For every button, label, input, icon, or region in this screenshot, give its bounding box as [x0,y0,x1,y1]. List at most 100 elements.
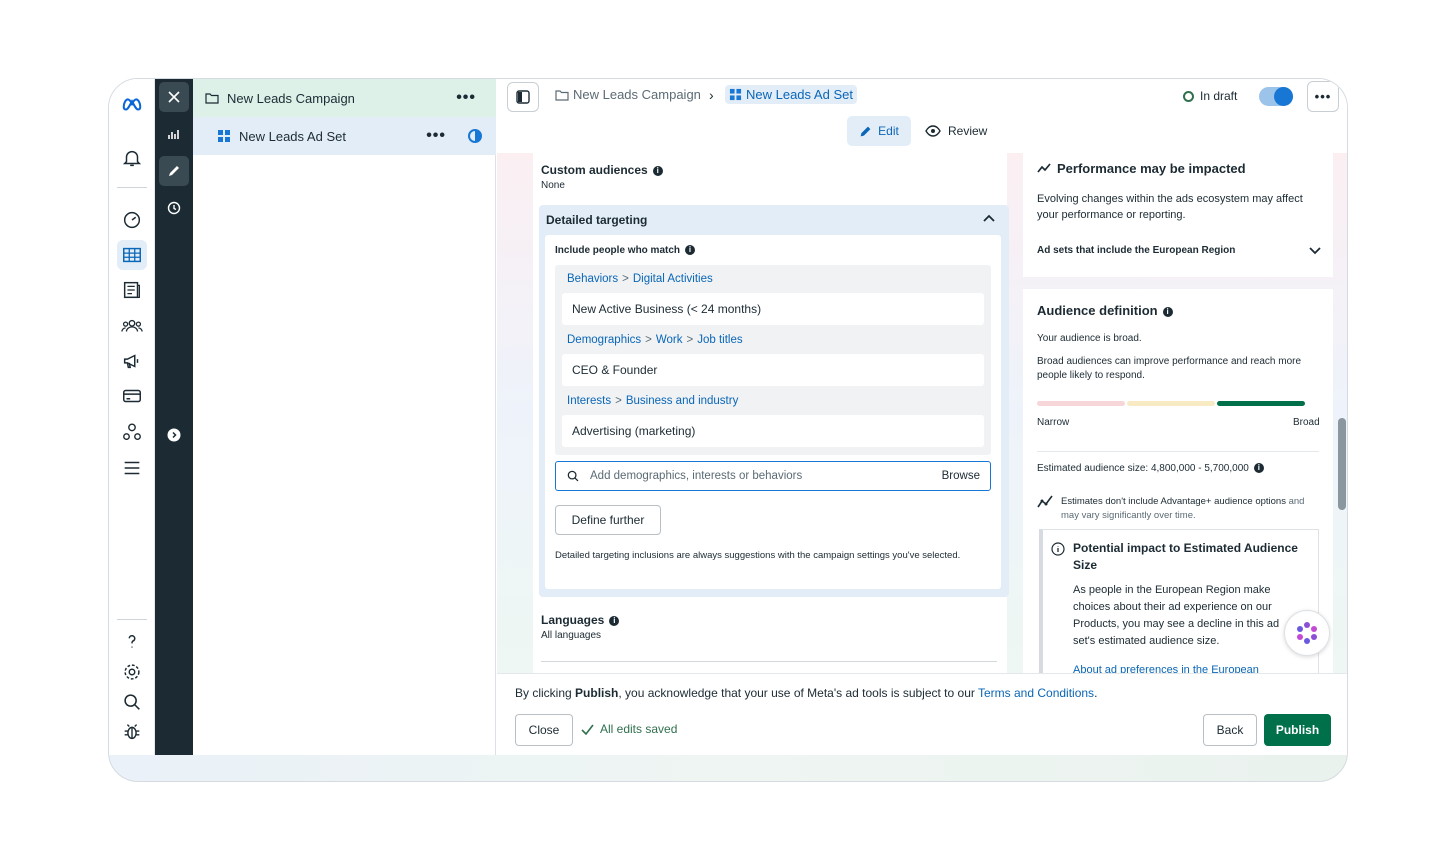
more-options-button[interactable]: ••• [1307,81,1339,112]
impact-text: As people in the European Region make ch… [1073,584,1280,647]
audience-meter-mid [1127,401,1215,406]
estimates-note: Estimates don't include Advantage+ audie… [1061,495,1311,523]
estimated-size: Estimated audience size: 4,800,000 - 5,7… [1037,463,1249,474]
breadcrumb-campaign-label: New Leads Campaign [573,87,701,102]
targeting-path-demographics[interactable]: Demographics > Work > Job titles [567,334,743,346]
advantage-options-link[interactable]: Estimates don't include Advantage+ audie… [1061,496,1286,507]
menu-hamburger-icon[interactable] [117,453,147,483]
targeting-item[interactable]: CEO & Founder [562,354,984,386]
campaign-tree-panel: New Leads Campaign ••• New Leads Ad Set … [193,79,496,755]
tab-review[interactable]: Review [925,116,987,146]
history-clock-icon[interactable] [159,193,189,223]
adset-grid-icon [729,88,742,101]
path-segment[interactable]: Job titles [697,334,742,346]
european-region-dropdown-label[interactable]: Ad sets that include the European Region [1037,245,1235,256]
chevron-down-icon[interactable] [1309,247,1321,255]
edit-pencil-icon[interactable] [159,156,189,186]
adset-status-half-circle-icon [468,129,482,143]
bug-report-icon[interactable] [117,717,147,747]
path-segment[interactable]: Demographics [567,334,641,346]
help-question-icon[interactable] [117,627,147,657]
billing-card-icon[interactable] [117,381,147,411]
audience-meter-narrow [1037,401,1125,406]
audience-title: Audience definition [1037,303,1158,318]
custom-audiences-title: Custom audiences [541,163,648,177]
close-panel-icon[interactable] [159,82,189,112]
performance-title: Performance may be impacted [1057,161,1246,176]
dashboard-gauge-icon[interactable] [117,205,147,235]
languages-title: Languages [541,613,605,627]
meta-logo-icon[interactable] [117,89,147,119]
detailed-targeting-title: Detailed targeting [546,213,648,227]
info-icon[interactable]: i [1162,306,1173,317]
tree-item-campaign[interactable]: New Leads Campaign ••• [193,79,496,117]
targeting-item[interactable]: Advertising (marketing) [562,415,984,447]
adset-more-icon[interactable]: ••• [426,127,446,145]
campaign-megaphone-icon[interactable] [117,346,147,376]
estimated-size-row: Estimated audience size: 4,800,000 - 5,7… [1037,463,1264,474]
audience-definition-panel: Audience definition i Your audience is br… [1023,289,1333,673]
business-network-icon[interactable] [117,417,147,447]
targeting-search-input[interactable]: Add demographics, interests or behaviors… [555,461,991,491]
reporting-chart-icon[interactable] [159,119,189,149]
path-segment[interactable]: Behaviors [567,273,618,285]
terms-middle: , you acknowledge that your use of Meta'… [618,686,975,700]
toggle-sidebar-button[interactable] [507,82,539,112]
section-divider [541,661,997,662]
publish-footer: By clicking Publish, you acknowledge tha… [497,673,1347,755]
path-separator: > [645,334,652,346]
sidebar-toggle-icon [516,90,530,104]
path-segment[interactable]: Work [656,334,683,346]
editor-content: Custom audiences i None Detailed targetin… [497,153,1347,673]
edit-pencil-icon [860,126,871,136]
adset-on-off-toggle[interactable] [1259,87,1293,106]
info-icon[interactable]: i [609,615,620,626]
search-icon[interactable] [117,687,147,717]
info-icon[interactable]: i [1253,463,1264,474]
search-icon [567,470,579,482]
publish-button[interactable]: Publish [1264,714,1331,746]
ads-manager-table-icon[interactable] [117,240,147,270]
search-placeholder: Add demographics, interests or behaviors [590,470,803,482]
close-button[interactable]: Close [515,714,573,746]
breadcrumb-adset[interactable]: New Leads Ad Set [725,85,857,104]
info-icon[interactable]: i [652,165,663,176]
ad-preferences-link[interactable]: About ad preferences in the European [1073,664,1259,673]
notifications-bell-icon[interactable] [117,143,147,173]
folder-icon [205,93,219,104]
trend-line-icon [1037,163,1051,173]
audiences-people-icon[interactable] [117,311,147,341]
left-nav-rail [109,79,155,755]
settings-gear-icon[interactable] [117,657,147,687]
collapse-chevron-up-icon[interactable] [983,213,995,225]
path-segment[interactable]: Business and industry [626,395,739,407]
back-button[interactable]: Back [1203,714,1257,746]
targeting-item[interactable]: New Active Business (< 24 months) [562,293,984,325]
tab-edit-label: Edit [878,124,899,138]
languages-value: All languages [541,630,602,641]
tab-edit[interactable]: Edit [847,116,911,146]
info-icon[interactable]: i [685,245,696,256]
tree-item-adset[interactable]: New Leads Ad Set ••• [193,117,496,155]
app-window: New Leads Campaign ••• New Leads Ad Set … [108,78,1348,782]
campaign-more-icon[interactable]: ••• [456,89,476,107]
expand-chevron-icon[interactable] [159,420,189,450]
browse-button[interactable]: Browse [942,470,980,482]
nav-divider [117,619,147,620]
content-scrollbar[interactable] [1338,418,1346,510]
info-circle-icon [1051,542,1065,556]
estimate-trend-icon [1037,495,1053,508]
targeting-path-behaviors[interactable]: Behaviors > Digital Activities [567,273,713,285]
draft-status: In draft [1183,89,1237,103]
path-segment[interactable]: Interests [567,395,611,407]
terms-link[interactable]: Terms and Conditions [978,686,1094,700]
tree-toolbar [155,79,193,755]
ai-assistant-button[interactable] [1284,610,1330,656]
nav-divider [117,187,147,188]
review-eye-icon [925,125,941,137]
targeting-path-interests[interactable]: Interests > Business and industry [567,395,738,407]
define-further-button[interactable]: Define further [555,505,661,535]
path-segment[interactable]: Digital Activities [633,273,713,285]
pages-document-icon[interactable] [117,275,147,305]
breadcrumb-campaign[interactable]: New Leads Campaign [555,87,701,102]
